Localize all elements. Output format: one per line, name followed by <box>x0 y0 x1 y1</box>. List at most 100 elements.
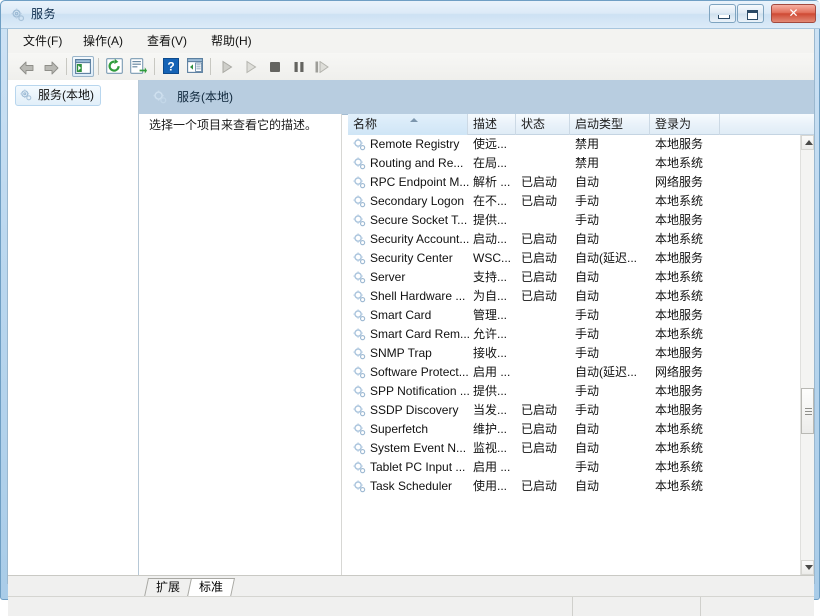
cell-startup: 禁用 <box>575 137 600 151</box>
column-header-startup-type[interactable]: 启动类型 <box>570 114 650 135</box>
column-header-description-label: 描述 <box>473 117 498 131</box>
service-gear-icon <box>352 232 367 247</box>
column-header-status[interactable]: 状态 <box>516 114 570 135</box>
back-button[interactable] <box>16 56 38 77</box>
title-bar: 服务 ✕ <box>1 1 820 29</box>
service-gear-icon <box>352 346 367 361</box>
table-row[interactable]: Shell Hardware ... 为自... 已启动 自动 本地系统 <box>348 287 800 306</box>
table-row[interactable]: Tablet PC Input ... 启用 ... 手动 本地系统 <box>348 458 800 477</box>
table-row[interactable]: Task Scheduler 使用... 已启动 自动 本地系统 <box>348 477 800 496</box>
client-area: 文件(F) 操作(A) 查看(V) 帮助(H) ? 服务(本地) 服务(本地) … <box>7 29 815 616</box>
maximize-button[interactable] <box>737 4 764 23</box>
cell-logon: 本地服务 <box>655 251 704 265</box>
restart-service-button[interactable] <box>312 56 334 77</box>
services-list-body[interactable]: Remote Registry 使远... 禁用 本地服务 Routing and Re… <box>348 135 800 575</box>
tab-standard[interactable]: 标准 <box>186 578 236 597</box>
table-row[interactable]: System Event N... 监视... 已启动 自动 本地系统 <box>348 439 800 458</box>
help-button[interactable]: ? <box>160 56 182 77</box>
forward-button[interactable] <box>40 56 62 77</box>
table-row[interactable]: Routing and Re... 在局... 禁用 本地系统 <box>348 154 800 173</box>
menu-view[interactable]: 查看(V) <box>140 32 194 50</box>
services-list-view[interactable]: 名称 描述 状态 启动类型 登录为 Remote Registry 使远... … <box>348 114 814 575</box>
service-gear-icon <box>352 384 367 399</box>
table-row[interactable]: Smart Card Rem... 允许... 手动 本地系统 <box>348 325 800 344</box>
restart-icon <box>315 61 329 73</box>
table-row[interactable]: Secondary Logon 在不... 已启动 手动 本地系统 <box>348 192 800 211</box>
cell-startup: 自动 <box>575 479 600 493</box>
menu-action[interactable]: 操作(A) <box>76 32 130 50</box>
service-gear-icon <box>352 441 367 456</box>
minimize-button[interactable] <box>709 4 736 23</box>
cell-startup: 手动 <box>575 327 600 341</box>
cell-description: 在局... <box>473 156 508 170</box>
table-row[interactable]: SNMP Trap 接收... 手动 本地服务 <box>348 344 800 363</box>
table-row[interactable]: Security Center WSC... 已启动 自动(延迟... 本地服务 <box>348 249 800 268</box>
column-header-log-on-as[interactable]: 登录为 <box>650 114 720 135</box>
list-header-row: 名称 描述 状态 启动类型 登录为 <box>348 114 814 135</box>
service-gear-icon <box>352 175 367 190</box>
table-row[interactable]: Smart Card 管理... 手动 本地服务 <box>348 306 800 325</box>
description-placeholder-text: 选择一个项目来查看它的描述。 <box>149 118 318 132</box>
export-list-icon <box>130 58 147 74</box>
cell-logon: 本地系统 <box>655 441 704 455</box>
services-window: 服务 ✕ 文件(F) 操作(A) 查看(V) 帮助(H) ? 服务(本地) 服务… <box>0 0 820 616</box>
cell-startup: 自动(延迟... <box>575 251 637 265</box>
table-row[interactable]: Secure Socket T... 提供... 手动 本地服务 <box>348 211 800 230</box>
cell-startup: 自动 <box>575 441 600 455</box>
service-gear-icon <box>352 213 367 228</box>
cell-status <box>521 135 571 154</box>
refresh-button[interactable] <box>104 56 126 77</box>
cell-startup: 手动 <box>575 213 600 227</box>
table-row[interactable]: Security Account... 启动... 已启动 自动 本地系统 <box>348 230 800 249</box>
resume-service-button[interactable] <box>240 56 262 77</box>
cell-service-name: Smart Card <box>370 308 432 322</box>
cell-service-name: Superfetch <box>370 422 429 436</box>
start-service-button[interactable] <box>216 56 238 77</box>
cell-description: 管理... <box>473 308 508 322</box>
tab-standard-label: 标准 <box>199 580 224 594</box>
cell-status <box>521 344 571 363</box>
scrollbar-thumb[interactable] <box>801 388 814 434</box>
cell-status: 已启动 <box>521 251 558 265</box>
column-header-name[interactable]: 名称 <box>348 114 468 135</box>
toolbar-separator <box>66 58 67 75</box>
sidebar-item-services-local[interactable]: 服务(本地) <box>15 85 101 106</box>
menu-file[interactable]: 文件(F) <box>16 32 69 50</box>
table-row[interactable]: Software Protect... 启用 ... 自动(延迟... 网络服务 <box>348 363 800 382</box>
cell-startup: 自动 <box>575 422 600 436</box>
cell-status: 已启动 <box>521 270 558 284</box>
cell-description: 提供... <box>473 213 508 227</box>
service-gear-icon <box>352 137 367 152</box>
cell-logon: 本地系统 <box>655 327 704 341</box>
table-row[interactable]: Remote Registry 使远... 禁用 本地服务 <box>348 135 800 154</box>
cell-startup: 禁用 <box>575 156 600 170</box>
pause-service-button[interactable] <box>288 56 310 77</box>
tab-extended[interactable]: 扩展 <box>143 578 193 597</box>
service-gear-icon <box>352 289 367 304</box>
column-header-description[interactable]: 描述 <box>468 114 516 135</box>
table-row[interactable]: SPP Notification ... 提供... 手动 本地服务 <box>348 382 800 401</box>
cell-service-name: System Event N... <box>370 441 467 455</box>
export-list-button[interactable] <box>128 56 150 77</box>
scroll-up-button[interactable] <box>801 135 814 150</box>
table-row[interactable]: RPC Endpoint M... 解析 ... 已启动 自动 网络服务 <box>348 173 800 192</box>
window-title: 服务 <box>31 7 57 21</box>
stop-service-button[interactable] <box>264 56 286 77</box>
table-row[interactable]: Superfetch 维护... 已启动 自动 本地系统 <box>348 420 800 439</box>
properties-button[interactable] <box>184 56 206 77</box>
scroll-down-button[interactable] <box>801 560 814 575</box>
list-vertical-scrollbar[interactable] <box>800 135 814 575</box>
cell-status: 已启动 <box>521 403 558 417</box>
cell-service-name: Secondary Logon <box>370 194 465 208</box>
table-row[interactable]: Server 支持... 已启动 自动 本地系统 <box>348 268 800 287</box>
menu-help[interactable]: 帮助(H) <box>204 32 259 50</box>
cell-logon: 本地服务 <box>655 346 704 360</box>
column-header-status-label: 状态 <box>521 117 546 131</box>
table-row[interactable]: SSDP Discovery 当发... 已启动 手动 本地服务 <box>348 401 800 420</box>
close-button[interactable]: ✕ <box>771 4 816 23</box>
cell-service-name: SPP Notification ... <box>370 384 470 398</box>
cell-service-name: Security Account... <box>370 232 470 246</box>
pause-icon <box>294 62 304 72</box>
services-gear-icon <box>10 7 26 23</box>
show-hide-tree-button[interactable] <box>72 56 94 77</box>
